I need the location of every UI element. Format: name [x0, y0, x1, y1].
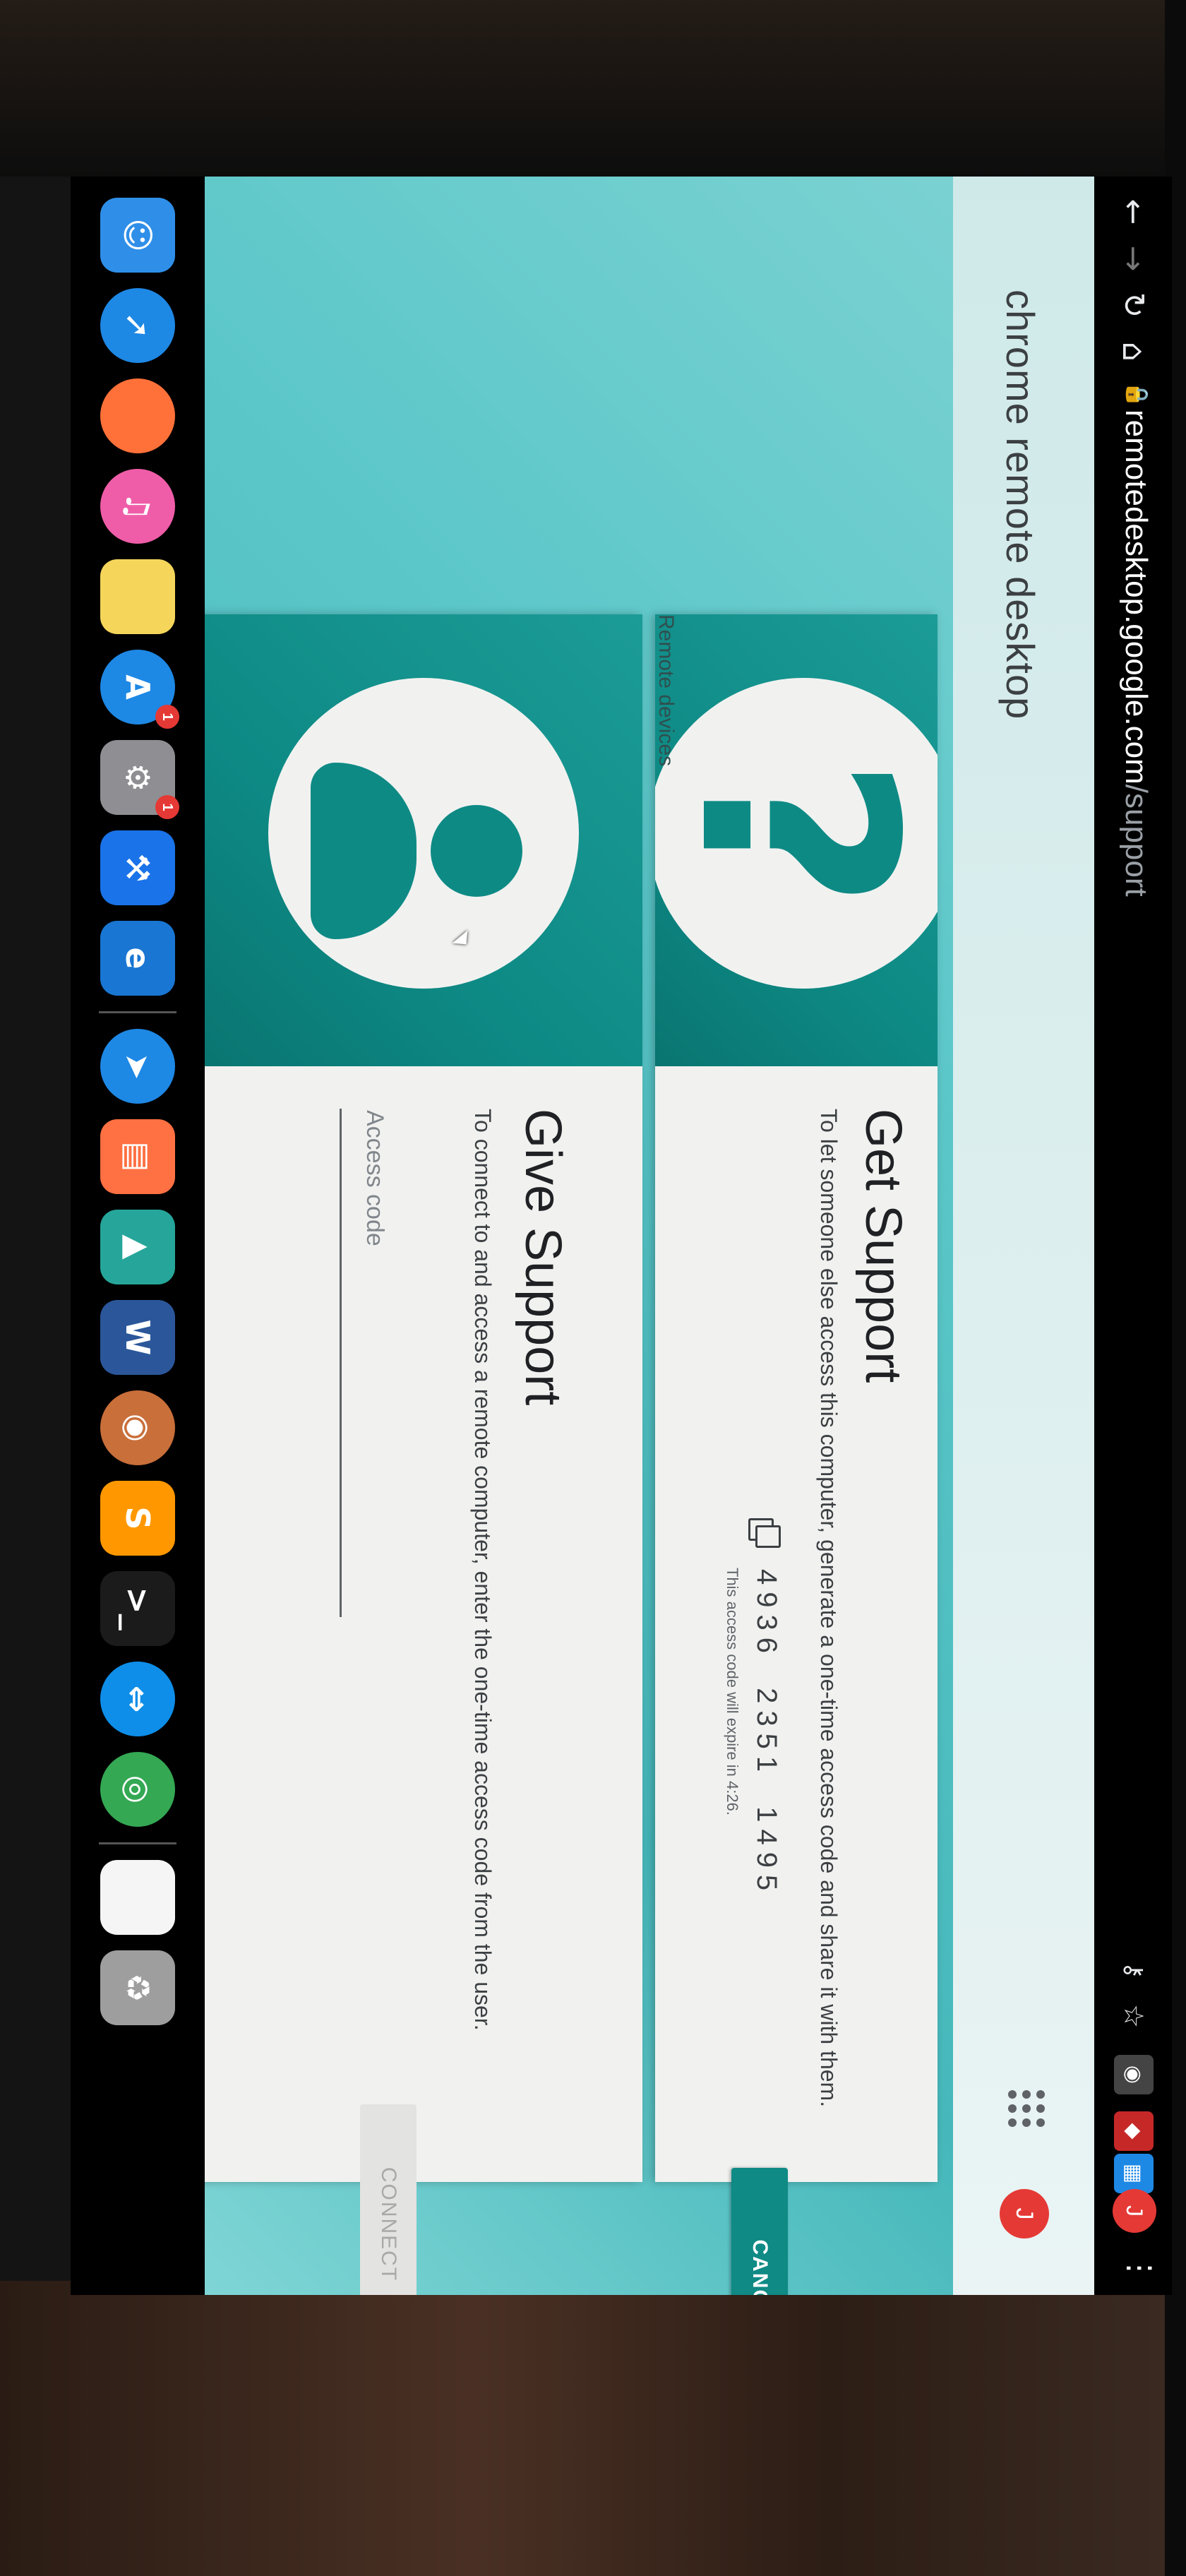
vpn-icon[interactable]: ▲: [100, 1210, 175, 1284]
get-support-description: To let someone else access this computer…: [816, 1109, 841, 2108]
notes-icon[interactable]: [100, 559, 175, 634]
chrome-icon[interactable]: ◎: [100, 1752, 175, 1827]
trash-icon[interactable]: ♻: [100, 1950, 175, 2025]
browser-toolbar: ← → ↻ ⌂ 🔒 remotedesktop.google.com/suppo…: [1094, 177, 1172, 2295]
lock-icon: 🔒: [1125, 381, 1149, 408]
get-support-card: ? Get Support To let someone else access…: [655, 614, 938, 2295]
remote-devices-link[interactable]: Remote devices: [654, 614, 678, 766]
paper-plane-icon[interactable]: ➤: [100, 1029, 175, 1104]
page-header: chrome remote desktop J: [953, 177, 1094, 2295]
extension-icon[interactable]: ◆: [1114, 2111, 1154, 2151]
dock-separator: [99, 1842, 176, 1844]
cancel-button[interactable]: CANCEL: [731, 2168, 788, 2295]
finder-icon[interactable]: ☺: [100, 198, 175, 273]
dock-apps: ☺ ➚ ♫ A 1 ⚙ 1 ⚒ e ➤ ▤ ▲ W ◉ S >_ ⇔ ◎ ♻: [85, 198, 191, 2025]
person-icon: [268, 678, 579, 989]
shell-icon[interactable]: ◉: [100, 1390, 175, 1465]
key-icon[interactable]: ⚷: [1113, 1949, 1155, 1991]
home-icon[interactable]: ⌂: [1113, 330, 1155, 373]
expire-text: This access code will expire in 4:26.: [724, 1568, 741, 1815]
access-code-row: 4936 2351 1495: [750, 1518, 782, 1897]
get-support-title: Get Support: [855, 1109, 911, 1383]
app-store-icon[interactable]: A1: [100, 650, 179, 729]
safari-icon[interactable]: ➚: [100, 288, 175, 363]
bookmark-star-icon[interactable]: ☆: [1113, 1995, 1155, 2037]
desk-surface: [0, 2281, 1186, 2576]
edge-icon[interactable]: e: [100, 921, 175, 996]
url-host: remotedesktop.google.com: [1119, 410, 1154, 785]
access-code-input[interactable]: [340, 1109, 409, 1620]
laptop-screen: ← → ↻ ⌂ 🔒 remotedesktop.google.com/suppo…: [71, 177, 1172, 2295]
get-support-body: Get Support To let someone else access t…: [655, 1109, 938, 2295]
back-arrow-icon[interactable]: ←: [1113, 191, 1155, 233]
page-content: chrome remote desktop J ? Get Support To…: [205, 177, 1094, 2295]
apps-grid-icon[interactable]: [1008, 2090, 1045, 2127]
url-path: /support: [1119, 784, 1154, 897]
sublime-text-icon[interactable]: S: [100, 1481, 175, 1556]
access-code: 4936 2351 1495: [751, 1569, 782, 1898]
firefox-icon[interactable]: [100, 378, 175, 453]
extension-icon[interactable]: ◉: [1114, 2055, 1154, 2094]
word-icon[interactable]: W: [100, 1300, 175, 1375]
give-support-card: Give Support To connect to and access a …: [205, 614, 642, 2295]
xcode-icon[interactable]: ⚒: [100, 830, 175, 905]
give-support-description: To connect to and access a remote comput…: [470, 1109, 496, 2031]
reload-icon[interactable]: ↻: [1113, 284, 1155, 326]
document-icon[interactable]: [100, 1860, 175, 1935]
help-question-icon: ?: [655, 678, 938, 989]
more-menu-icon[interactable]: ⋮: [1122, 2253, 1158, 2284]
terminal-icon[interactable]: >_: [100, 1571, 175, 1646]
get-support-hero: ?: [655, 614, 938, 1066]
teamviewer-icon[interactable]: ⇔: [100, 1662, 175, 1736]
system-preferences-icon[interactable]: ⚙ 1: [100, 740, 179, 819]
extension-icon[interactable]: ▦: [1114, 2154, 1154, 2193]
give-support-hero: [205, 614, 642, 1066]
itunes-icon[interactable]: ♫: [100, 469, 175, 544]
notification-badge: 1: [155, 795, 179, 819]
give-support-body: Give Support To connect to and access a …: [205, 1109, 642, 2295]
dock-separator: [99, 1011, 176, 1013]
copy-icon[interactable]: [752, 1518, 781, 1548]
photo-background: [0, 0, 1186, 177]
account-avatar[interactable]: J: [1000, 2189, 1049, 2238]
app-title: chrome remote desktop: [998, 290, 1043, 720]
notification-badge: 1: [155, 705, 179, 729]
access-code-field[interactable]: [340, 1109, 409, 1620]
keynote-icon[interactable]: ▤: [100, 1119, 175, 1194]
address-bar[interactable]: remotedesktop.google.com/support: [1118, 410, 1154, 897]
profile-avatar[interactable]: J: [1113, 2189, 1156, 2233]
connect-button[interactable]: CONNECT: [360, 2104, 417, 2295]
forward-arrow-icon[interactable]: →: [1113, 237, 1155, 280]
give-support-title: Give Support: [515, 1109, 571, 1406]
dock: ☺ ➚ ♫ A 1 ⚙ 1 ⚒ e ➤ ▤ ▲ W ◉ S >_ ⇔ ◎ ♻: [71, 177, 205, 2295]
